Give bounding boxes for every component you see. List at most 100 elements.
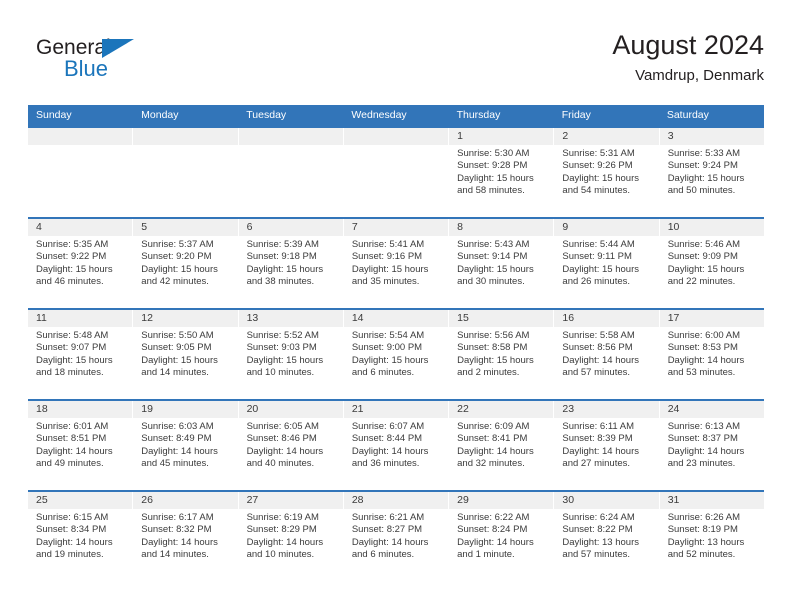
calendar-weeks: 1 Sunrise: 5:30 AM Sunset: 9:28 PM Daylight…: [28, 126, 764, 582]
sunrise-text: Sunrise: 6:13 AM: [667, 421, 741, 432]
day-details: [344, 145, 448, 148]
day-cell[interactable]: 25 Sunrise: 6:15 AM Sunset: 8:34 PM Dayligh…: [28, 492, 134, 582]
day-cell[interactable]: 12 Sunrise: 5:50 AM Sunset: 9:05 PM Dayligh…: [133, 310, 239, 399]
day-cell[interactable]: 5 Sunrise: 5:37 AM Sunset: 9:20 PM Daylight…: [133, 219, 239, 308]
day-cell[interactable]: 31 Sunrise: 6:26 AM Sunset: 8:19 PM Dayligh…: [659, 492, 764, 582]
day-cell[interactable]: 13 Sunrise: 5:52 AM Sunset: 9:03 PM Dayligh…: [238, 310, 344, 399]
day-cell[interactable]: 21 Sunrise: 6:07 AM Sunset: 8:44 PM Dayligh…: [343, 401, 450, 490]
day-cell-empty: [133, 128, 239, 217]
day-details: Sunrise: 5:41 AM Sunset: 9:16 PM Daylight:…: [344, 236, 448, 289]
page-header: General Blue August 2024 Vamdrup, Denmar…: [28, 28, 764, 100]
day-number: 23: [554, 401, 659, 418]
day-cell[interactable]: 27 Sunrise: 6:19 AM Sunset: 8:29 PM Dayligh…: [238, 492, 344, 582]
sunrise-text: Sunrise: 6:11 AM: [562, 421, 635, 432]
day-cell[interactable]: 2 Sunrise: 5:31 AM Sunset: 9:26 PM Daylight…: [554, 128, 660, 217]
day-cell[interactable]: 11 Sunrise: 5:48 AM Sunset: 9:07 PM Dayligh…: [28, 310, 134, 399]
daylight-text: and 45 minutes.: [141, 458, 209, 470]
day-details: Sunrise: 6:21 AM Sunset: 8:27 PM Daylight:…: [344, 509, 448, 562]
day-cell-empty: [238, 128, 344, 217]
daylight-text: and 19 minutes.: [36, 549, 104, 561]
calendar-week-row: 4 Sunrise: 5:35 AM Sunset: 9:22 PM Daylight…: [28, 217, 764, 308]
day-cell[interactable]: 22 Sunrise: 6:09 AM Sunset: 8:41 PM Dayligh…: [449, 401, 555, 490]
daylight-text: Daylight: 14 hours: [667, 445, 745, 457]
daylight-text: Daylight: 14 hours: [562, 354, 639, 366]
day-details: Sunrise: 6:05 AM Sunset: 8:46 PM Daylight:…: [239, 418, 343, 471]
daylight-text: Daylight: 15 hours: [141, 263, 218, 275]
daylight-text: Daylight: 14 hours: [667, 354, 745, 366]
day-cell[interactable]: 16 Sunrise: 5:58 AM Sunset: 8:56 PM Dayligh…: [554, 310, 660, 399]
calendar-grid: Sunday Monday Tuesday Wednesday Thursday Frid…: [28, 105, 764, 582]
day-cell[interactable]: 1 Sunrise: 5:30 AM Sunset: 9:28 PM Daylight…: [449, 128, 555, 217]
sunset-text: Sunset: 8:22 PM: [562, 524, 633, 536]
day-cell[interactable]: 4 Sunrise: 5:35 AM Sunset: 9:22 PM Daylight…: [28, 219, 134, 308]
day-cell[interactable]: 14 Sunrise: 5:54 AM Sunset: 9:00 PM Dayligh…: [343, 310, 450, 399]
day-details: Sunrise: 5:44 AM Sunset: 9:11 PM Daylight:…: [554, 236, 658, 289]
sunrise-text: Sunrise: 5:46 AM: [667, 239, 741, 250]
day-number: 9: [554, 219, 659, 236]
day-details: Sunrise: 5:46 AM Sunset: 9:09 PM Daylight:…: [660, 236, 764, 289]
sunset-text: Sunset: 8:24 PM: [457, 524, 528, 536]
day-number: 5: [133, 219, 238, 236]
day-number: 21: [343, 401, 449, 418]
day-cell[interactable]: 30 Sunrise: 6:24 AM Sunset: 8:22 PM Dayligh…: [554, 492, 660, 582]
day-cell[interactable]: 9 Sunrise: 5:44 AM Sunset: 9:11 PM Daylight…: [554, 219, 660, 308]
sunset-text: Sunset: 8:27 PM: [351, 524, 423, 536]
day-cell[interactable]: 28 Sunrise: 6:21 AM Sunset: 8:27 PM Dayligh…: [343, 492, 450, 582]
daylight-text: Daylight: 15 hours: [36, 263, 113, 275]
day-details: [133, 145, 237, 148]
daylight-text: and 1 minute.: [457, 549, 515, 561]
day-details: Sunrise: 6:03 AM Sunset: 8:49 PM Daylight:…: [133, 418, 237, 471]
day-cell-empty: [28, 128, 134, 217]
sunset-text: Sunset: 8:34 PM: [36, 524, 107, 536]
day-number: 12: [133, 310, 238, 327]
day-cell[interactable]: 29 Sunrise: 6:22 AM Sunset: 8:24 PM Dayligh…: [449, 492, 555, 582]
daylight-text: and 52 minutes.: [667, 549, 736, 561]
day-number: 28: [343, 492, 449, 509]
daylight-text: Daylight: 15 hours: [457, 263, 534, 275]
daylight-text: and 53 minutes.: [667, 367, 736, 379]
day-cell[interactable]: 23 Sunrise: 6:11 AM Sunset: 8:39 PM Dayligh…: [554, 401, 660, 490]
daylight-text: Daylight: 14 hours: [246, 445, 324, 457]
calendar-week-row: 25 Sunrise: 6:15 AM Sunset: 8:34 PM Dayligh…: [28, 490, 764, 582]
sunset-text: Sunset: 8:53 PM: [667, 342, 738, 354]
day-cell[interactable]: 3 Sunrise: 5:33 AM Sunset: 9:24 PM Daylight…: [659, 128, 764, 217]
day-cell[interactable]: 24 Sunrise: 6:13 AM Sunset: 8:37 PM Dayligh…: [659, 401, 764, 490]
day-cell[interactable]: 26 Sunrise: 6:17 AM Sunset: 8:32 PM Dayligh…: [133, 492, 239, 582]
page-title: August 2024: [612, 30, 764, 60]
sunset-text: Sunset: 8:51 PM: [36, 433, 107, 445]
sunrise-text: Sunrise: 6:00 AM: [667, 330, 741, 341]
day-number: [343, 128, 449, 145]
day-cell[interactable]: 8 Sunrise: 5:43 AM Sunset: 9:14 PM Daylight…: [449, 219, 555, 308]
day-number: 18: [28, 401, 133, 418]
day-cell[interactable]: 7 Sunrise: 5:41 AM Sunset: 9:16 PM Daylight…: [343, 219, 450, 308]
day-details: Sunrise: 5:39 AM Sunset: 9:18 PM Daylight:…: [239, 236, 343, 289]
daylight-text: Daylight: 14 hours: [562, 445, 639, 457]
daylight-text: Daylight: 15 hours: [36, 354, 113, 366]
sunset-text: Sunset: 8:58 PM: [457, 342, 528, 354]
day-cell[interactable]: 18 Sunrise: 6:01 AM Sunset: 8:51 PM Dayligh…: [28, 401, 134, 490]
day-details: Sunrise: 6:22 AM Sunset: 8:24 PM Daylight:…: [449, 509, 553, 562]
day-details: Sunrise: 6:09 AM Sunset: 8:41 PM Daylight:…: [449, 418, 553, 471]
daylight-text: and 49 minutes.: [36, 458, 104, 470]
day-cell[interactable]: 10 Sunrise: 5:46 AM Sunset: 9:09 PM Dayligh…: [659, 219, 764, 308]
daylight-text: and 57 minutes.: [562, 367, 631, 379]
day-cell[interactable]: 6 Sunrise: 5:39 AM Sunset: 9:18 PM Daylight…: [238, 219, 344, 308]
sunset-text: Sunset: 9:03 PM: [246, 342, 317, 354]
day-number: 7: [343, 219, 449, 236]
sunrise-text: Sunrise: 6:07 AM: [351, 421, 425, 432]
day-cell[interactable]: 19 Sunrise: 6:03 AM Sunset: 8:49 PM Dayligh…: [133, 401, 239, 490]
sunrise-text: Sunrise: 5:50 AM: [141, 330, 214, 341]
sunrise-text: Sunrise: 5:44 AM: [562, 239, 635, 250]
daylight-text: and 6 minutes.: [351, 367, 415, 379]
day-cell[interactable]: 20 Sunrise: 6:05 AM Sunset: 8:46 PM Dayligh…: [238, 401, 344, 490]
sunset-text: Sunset: 9:05 PM: [141, 342, 212, 354]
general-blue-logo[interactable]: General Blue: [36, 36, 236, 92]
day-details: Sunrise: 5:33 AM Sunset: 9:24 PM Daylight:…: [660, 145, 764, 198]
logo-text-blue: Blue: [64, 56, 109, 81]
sunrise-text: Sunrise: 6:05 AM: [246, 421, 319, 432]
day-number: 14: [343, 310, 449, 327]
day-cell[interactable]: 15 Sunrise: 5:56 AM Sunset: 8:58 PM Dayligh…: [449, 310, 555, 399]
day-cell[interactable]: 17 Sunrise: 6:00 AM Sunset: 8:53 PM Dayligh…: [659, 310, 764, 399]
day-details: [239, 145, 343, 148]
daylight-text: Daylight: 15 hours: [351, 263, 429, 275]
